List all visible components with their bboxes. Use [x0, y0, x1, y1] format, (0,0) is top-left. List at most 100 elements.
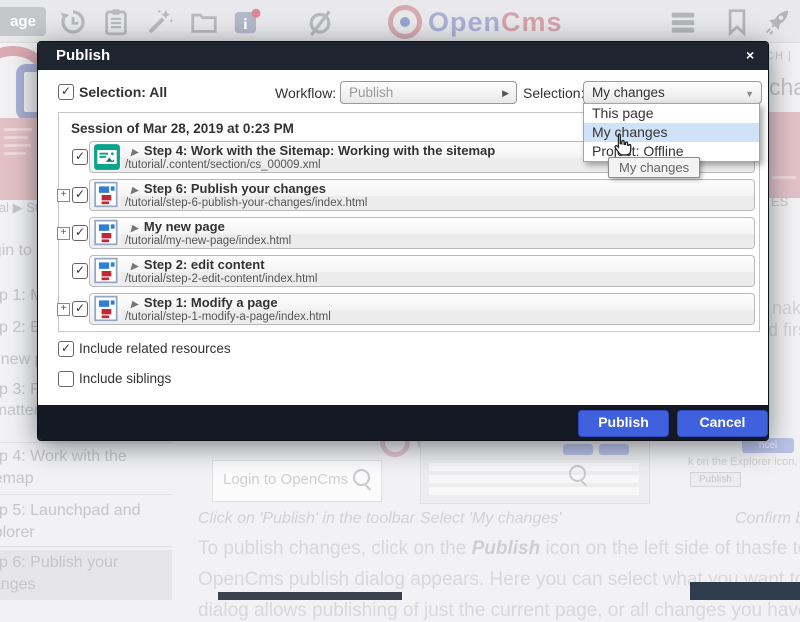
expand-arrow-icon[interactable]: ▶	[131, 299, 138, 309]
resource-title: Step 6: Publish your changes	[144, 181, 326, 196]
resource-path: /tutorial/step-6-publish-your-changes/in…	[121, 196, 754, 210]
selection-value: My changes	[592, 85, 665, 100]
resource-path: /tutorial/my-new-page/index.html	[121, 234, 754, 248]
opencms-logo-ring-icon	[388, 5, 422, 39]
resource-title: Step 4: Work with the Sitemap: Working w…	[144, 143, 495, 158]
expand-arrow-icon[interactable]: ▶	[131, 261, 138, 271]
background-figure-dialog	[420, 438, 650, 504]
magic-wand-icon[interactable]	[145, 7, 175, 37]
resource-row: + ✓ ▶ Step 6: Publish your changes /tutor…	[59, 179, 759, 211]
sidebar-item-step4-l2: Sitemap	[0, 470, 34, 488]
session-header: Session of Mar 28, 2019 at 0:23 PM	[71, 121, 294, 136]
figure3-caption: Confirm by clicking 'Publish'	[735, 510, 800, 528]
mini-cancel-button	[599, 444, 629, 455]
body-paragraph-line1: To publish changes, click on the Publish…	[198, 538, 800, 560]
dialog-footer: Publish Cancel	[38, 405, 768, 440]
mini-publish-button	[563, 444, 593, 455]
svg-text:i: i	[243, 15, 248, 33]
selection-all-label: Selection: All	[79, 84, 167, 100]
sidebar-item-step6-l2: changes	[0, 576, 36, 594]
figure3-tooltip-fragment: Publish	[690, 472, 741, 487]
page-icon	[93, 219, 121, 247]
background-banner-right	[768, 112, 800, 198]
include-siblings-checkbox[interactable]	[58, 371, 74, 387]
sidebar-item-step5-l1: Step 5: Launchpad and	[0, 502, 140, 520]
history-icon[interactable]	[58, 7, 88, 37]
resource-row: ✓ ▶Step 2: edit content /tutorial/step-2…	[59, 255, 759, 287]
background-footer-block-left	[218, 592, 402, 600]
background-figure-confirm: ncel k on the Explorer icon, either on t…	[686, 436, 800, 502]
expand-arrow-icon[interactable]: ▶	[131, 223, 138, 233]
page-icon	[93, 257, 121, 285]
resource-row: + ✓ ▶ My new page /tutorial/my-new-page/i…	[59, 217, 759, 249]
cancel-button[interactable]: Cancel	[677, 410, 768, 437]
background-text-fragment-1: nake	[772, 298, 800, 319]
page-icon	[93, 295, 121, 323]
page-icon	[93, 181, 121, 209]
background-heading-fragment: cha	[769, 74, 800, 101]
sidebar-item-step6-l1: Step 6: Publish your	[0, 554, 118, 572]
resource-checkbox[interactable]: ✓	[72, 225, 88, 241]
resource-item[interactable]: ▶Step 1: Modify a page /tutorial/step-1-…	[89, 293, 755, 325]
workflow-select[interactable]: Publish ▶	[340, 81, 517, 104]
folder-icon[interactable]	[189, 7, 219, 37]
expand-arrow-icon[interactable]: ▶	[131, 147, 138, 157]
resource-item[interactable]: ▶ Step 6: Publish your changes /tutorial/…	[89, 179, 755, 211]
clipboard-icon[interactable]	[101, 7, 131, 37]
resource-path: /tutorial/step-1-modify-a-page/index.htm…	[121, 310, 754, 324]
mini-cancel-button-fragment: ncel	[742, 438, 794, 453]
expand-plus-icon[interactable]: +	[57, 303, 70, 316]
resource-row: + ✓ ▶Step 1: Modify a page /tutorial/ste…	[59, 293, 759, 325]
hand-cursor-icon	[610, 132, 634, 163]
info-icon[interactable]: i	[231, 7, 261, 37]
resource-item[interactable]: ▶ My new page /tutorial/my-new-page/index…	[89, 217, 755, 249]
include-related-checkbox[interactable]: ✓	[58, 341, 74, 357]
background-text-fragment-2: d firs	[768, 320, 800, 341]
sidebar-divider	[0, 546, 172, 547]
resource-checkbox[interactable]: ✓	[72, 187, 88, 203]
magnifier-icon	[353, 469, 370, 486]
close-icon[interactable]: ×	[746, 47, 754, 63]
sidebar-divider	[0, 442, 172, 443]
publish-button[interactable]: Publish	[578, 410, 669, 437]
rocket-icon[interactable]	[762, 7, 792, 37]
menu-icon[interactable]	[668, 7, 698, 37]
page-button[interactable]: age	[0, 7, 46, 36]
background-footer-block-right	[690, 582, 800, 600]
resource-title: Step 2: edit content	[144, 257, 265, 272]
selection-select[interactable]: My changes ▼	[583, 81, 762, 104]
selection-all-checkbox[interactable]: ✓	[58, 84, 74, 100]
resource-checkbox[interactable]: ✓	[72, 301, 88, 317]
magnifier-icon	[569, 465, 586, 482]
expand-plus-icon[interactable]: +	[57, 189, 70, 202]
top-toolbar: age i OpenCms	[0, 0, 800, 43]
arrow-right-icon: ▶	[502, 82, 509, 104]
opencms-logo: OpenCms	[388, 5, 563, 39]
background-figure-login: Login to OpenCms	[212, 460, 382, 502]
body-paragraph-line3: dialog allows publishing of just the cur…	[198, 600, 800, 622]
resource-item[interactable]: ▶Step 2: edit content /tutorial/step-2-e…	[89, 255, 755, 287]
expand-plus-icon[interactable]: +	[57, 227, 70, 240]
dropdown-option-this-page[interactable]: This page	[584, 104, 759, 123]
selection-label: Selection:	[523, 85, 584, 101]
bookmark-icon[interactable]	[722, 7, 752, 37]
background-banner-left	[0, 118, 38, 200]
figure1-caption: Click on 'Publish' in the toolbar	[198, 510, 415, 528]
resource-title: My new page	[144, 219, 225, 234]
include-related-label: Include related resources	[79, 341, 231, 356]
figure3-text-fragment: k on the Explorer icon, either on the Qu…	[688, 456, 800, 468]
dialog-header[interactable]: Publish ×	[38, 42, 768, 70]
workflow-value: Publish	[349, 85, 393, 100]
content-section-icon	[93, 143, 121, 171]
include-siblings-label: Include siblings	[79, 371, 171, 386]
resource-checkbox[interactable]: ✓	[72, 263, 88, 279]
publish-disabled-icon[interactable]	[305, 7, 335, 37]
login-placeholder-text: Login to OpenCms	[223, 471, 348, 488]
sidebar-item-step4-l1: Step 4: Work with the	[0, 448, 127, 466]
expand-arrow-icon[interactable]: ▶	[131, 185, 138, 195]
sidebar-divider	[0, 494, 172, 495]
resource-checkbox[interactable]: ✓	[72, 149, 88, 165]
dialog-title: Publish	[56, 47, 110, 64]
figure2-caption: Select 'My changes'	[420, 510, 561, 528]
background-topnav-fragment: CH |	[766, 50, 792, 62]
